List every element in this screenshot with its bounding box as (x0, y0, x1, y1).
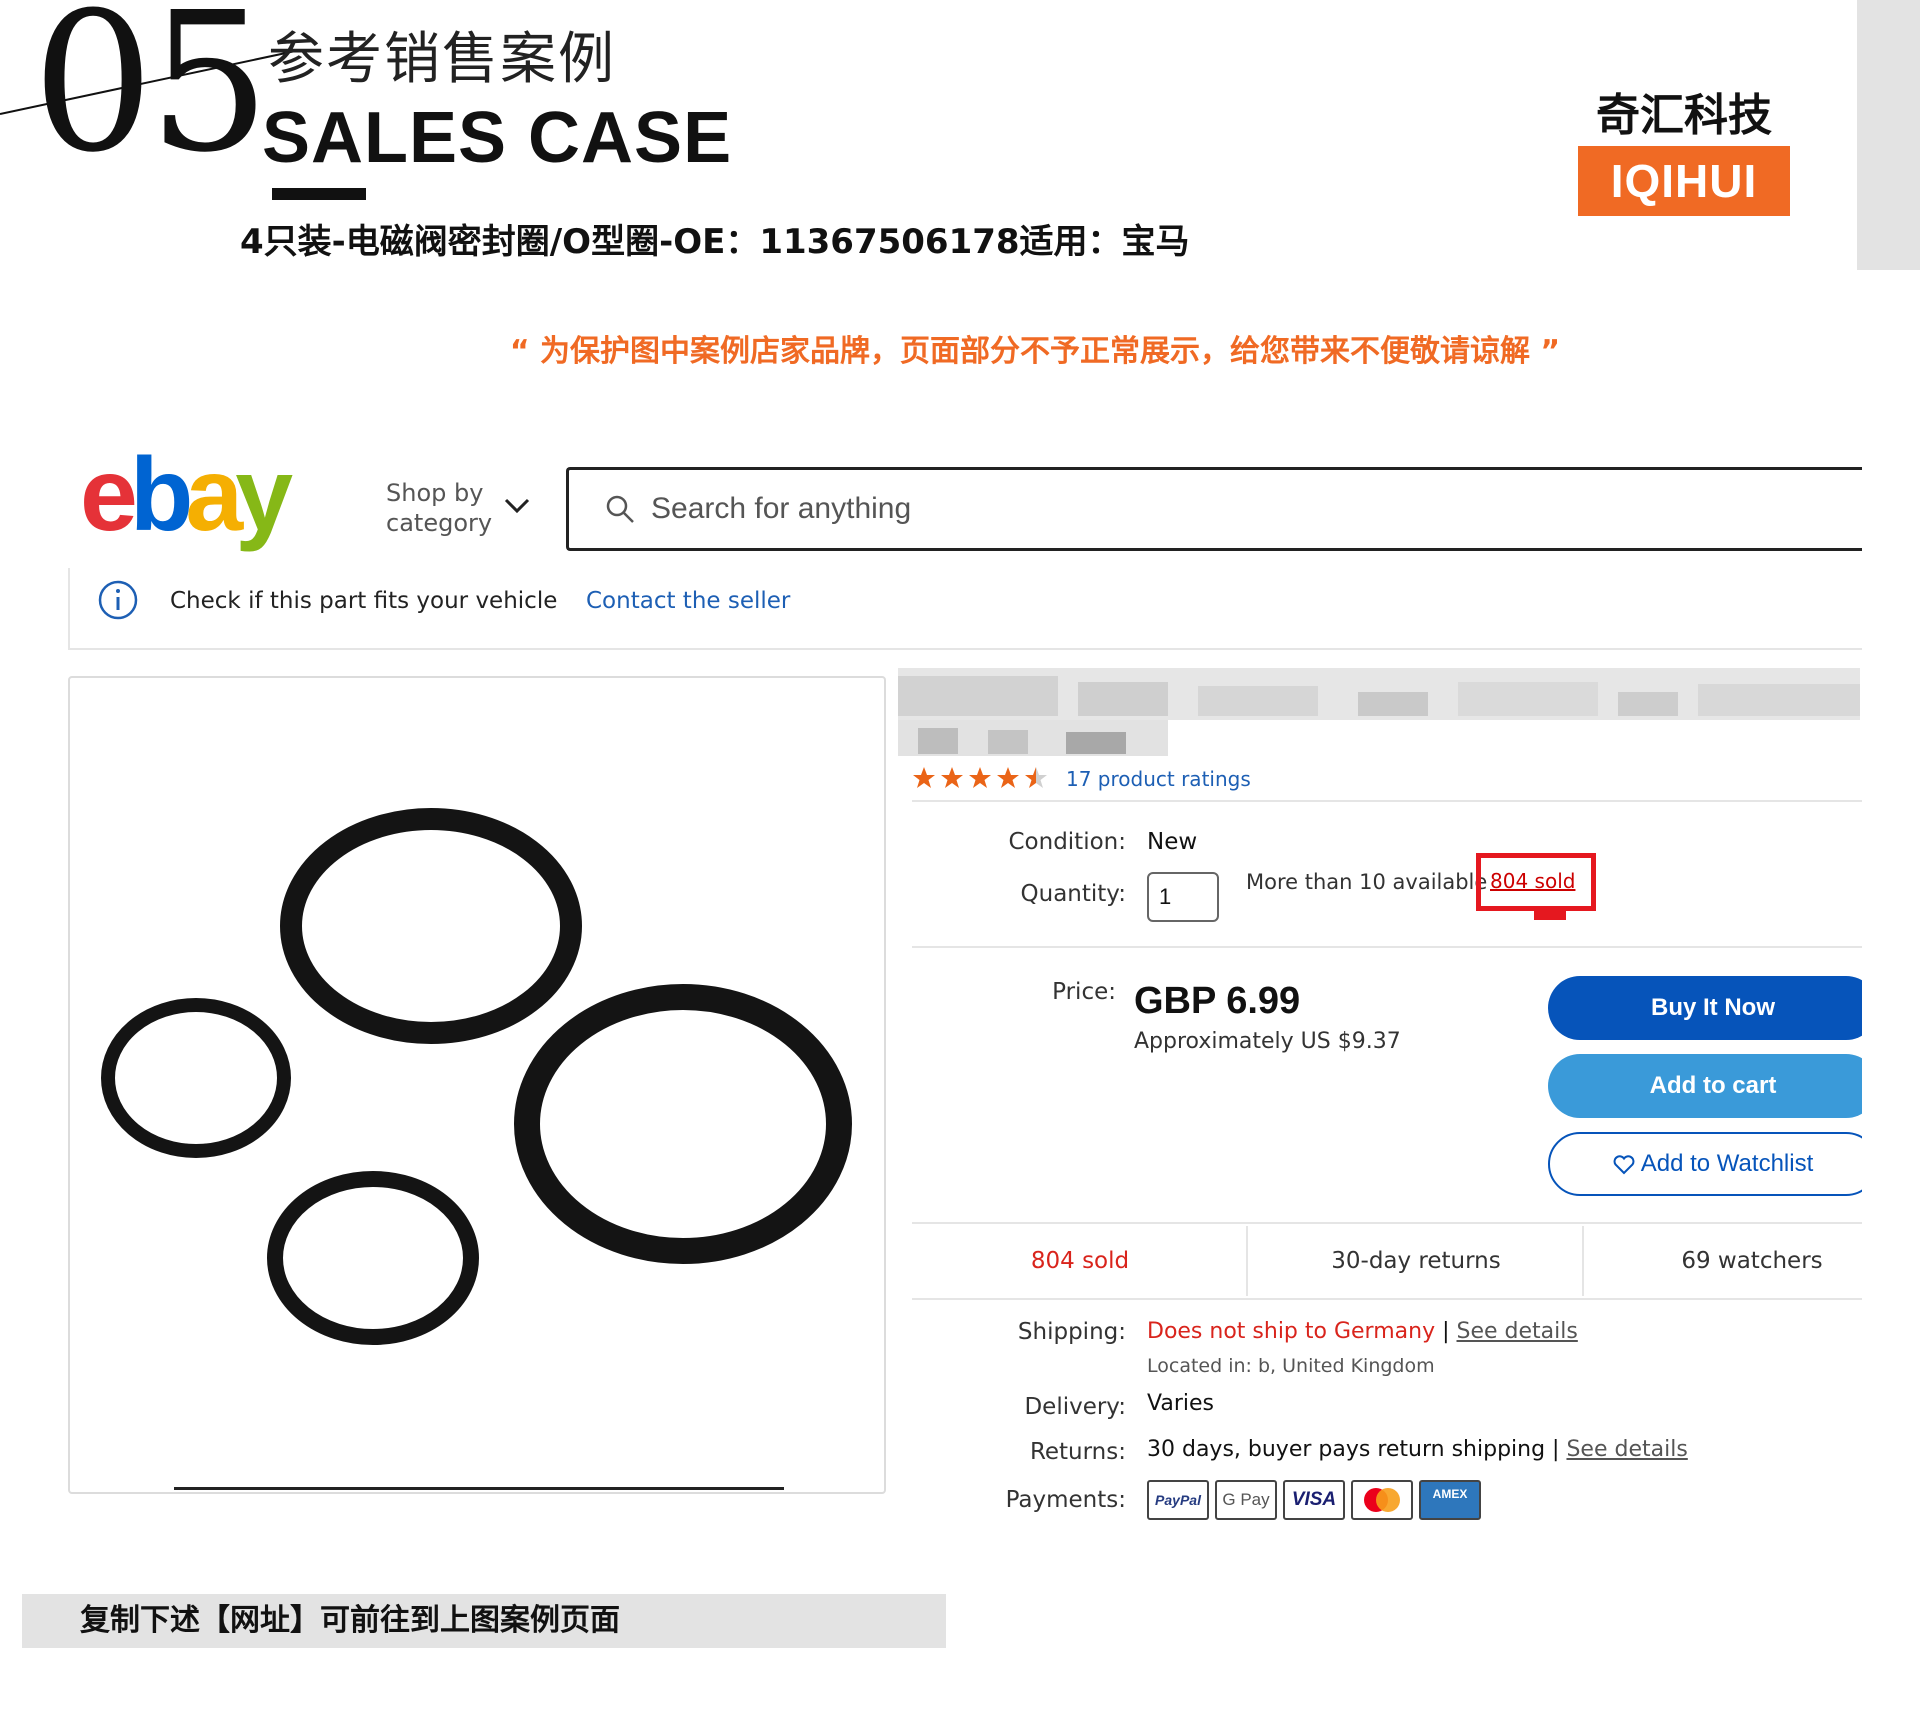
divider (912, 946, 1862, 948)
privacy-notice: “ 为保护图中案例店家品牌，页面部分不予正常展示，给您带来不便敬请谅解 ” (509, 334, 1561, 369)
price-value: GBP 6.99 (1134, 980, 1301, 1022)
side-gray-bar (1857, 0, 1920, 270)
product-title: 4只装-电磁阀密封圈/O型圈-OE：11367506178适用：宝马 (240, 222, 1190, 262)
title-underline (272, 188, 366, 200)
section-title-en: SALES CASE (262, 98, 733, 178)
highlight-pointer (1534, 911, 1566, 920)
returns-see-details-link[interactable]: See details (1566, 1437, 1687, 1462)
ebay-logo[interactable]: ebay (80, 448, 320, 558)
google-pay-icon: G Pay (1215, 1480, 1277, 1520)
add-to-cart-button[interactable]: Add to cart (1548, 1054, 1878, 1118)
brand-logo-box: IQIHUI (1578, 146, 1790, 216)
shipping-separator: | (1435, 1319, 1457, 1344)
sold-count-link[interactable]: 804 sold (1490, 866, 1575, 896)
vehicle-fit-bar: Check if this part fits your vehicle Con… (68, 568, 1868, 650)
price-label: Price: (1052, 979, 1116, 1005)
blurred-listing-title (898, 668, 1860, 756)
returns-separator: | (1545, 1437, 1567, 1462)
payments-label: Payments: (1005, 1487, 1126, 1513)
footer-bar: 复制下述【网址】可前往到上图案例页面 (22, 1594, 946, 1648)
quantity-label: Quantity: (1020, 881, 1126, 907)
o-rings-image (101, 808, 852, 1345)
image-carousel-indicator[interactable] (174, 1487, 784, 1490)
buy-it-now-button[interactable]: Buy It Now (1548, 976, 1878, 1040)
delivery-value: Varies (1147, 1391, 1214, 1416)
stat-sold: 804 sold (1030, 1248, 1130, 1274)
condition-value: New (1147, 829, 1198, 855)
search-icon (606, 495, 634, 523)
heart-icon (1613, 1154, 1635, 1175)
info-icon (98, 580, 138, 620)
visa-icon: VISA (1283, 1480, 1345, 1520)
availability-text: More than 10 available (1246, 870, 1488, 894)
search-input[interactable] (651, 484, 1751, 534)
product-ratings-link[interactable]: 17 product ratings (1066, 764, 1251, 794)
amex-icon: AMEX (1419, 1480, 1481, 1520)
section-number: 05 (32, 0, 270, 195)
add-to-watchlist-button[interactable]: Add to Watchlist (1548, 1132, 1878, 1196)
contact-seller-link[interactable]: Contact the seller (586, 584, 790, 618)
mastercard-icon (1351, 1480, 1413, 1520)
fit-check-link[interactable]: Check if this part fits your vehicle (170, 584, 557, 618)
returns-info: 30 days, buyer pays return shipping | Se… (1147, 1434, 1688, 1466)
condition-label: Condition: (1008, 829, 1126, 855)
stat-watchers: 69 watchers (1681, 1248, 1823, 1274)
product-image-panel[interactable] (68, 676, 886, 1494)
location-info: Located in: b, United Kingdom (1147, 1350, 1435, 1382)
located-value: b, United Kingdom (1257, 1355, 1435, 1377)
shop-by-category[interactable]: Shop by category (386, 478, 492, 538)
divider (912, 800, 1862, 802)
approx-price: Approximately US $9.37 (1134, 1029, 1401, 1054)
search-bar[interactable] (566, 467, 1866, 551)
category-label: category (386, 509, 493, 537)
delivery-label: Delivery: (1024, 1394, 1126, 1420)
shipping-value: Does not ship to Germany (1147, 1319, 1436, 1344)
shop-by-label: Shop by (386, 479, 484, 507)
located-label: Located in: (1147, 1355, 1252, 1377)
chevron-down-icon[interactable] (502, 496, 532, 516)
paypal-icon: PayPal (1147, 1480, 1209, 1520)
svg-text:ebay: ebay (80, 448, 293, 553)
shipping-see-details-link[interactable]: See details (1457, 1319, 1578, 1344)
section-title-cn: 参考销售案例 (268, 27, 616, 92)
stat-returns: 30-day returns (1331, 1248, 1501, 1274)
watchlist-label: Add to Watchlist (1640, 1150, 1814, 1177)
returns-value: 30 days, buyer pays return shipping (1147, 1437, 1546, 1462)
star-rating (913, 767, 1047, 788)
shipping-info: Does not ship to Germany | See details (1147, 1316, 1578, 1348)
shipping-label: Shipping: (1017, 1319, 1126, 1345)
brand-name-cn: 奇汇科技 (1596, 90, 1772, 141)
returns-label: Returns: (1029, 1439, 1126, 1465)
footer-text: 复制下述【网址】可前往到上图案例页面 (80, 1603, 620, 1638)
quantity-input[interactable] (1147, 872, 1219, 922)
stats-row: 804 sold 30-day returns 69 watchers (912, 1222, 1862, 1300)
brand-name-en: IQIHUI (1610, 155, 1758, 207)
